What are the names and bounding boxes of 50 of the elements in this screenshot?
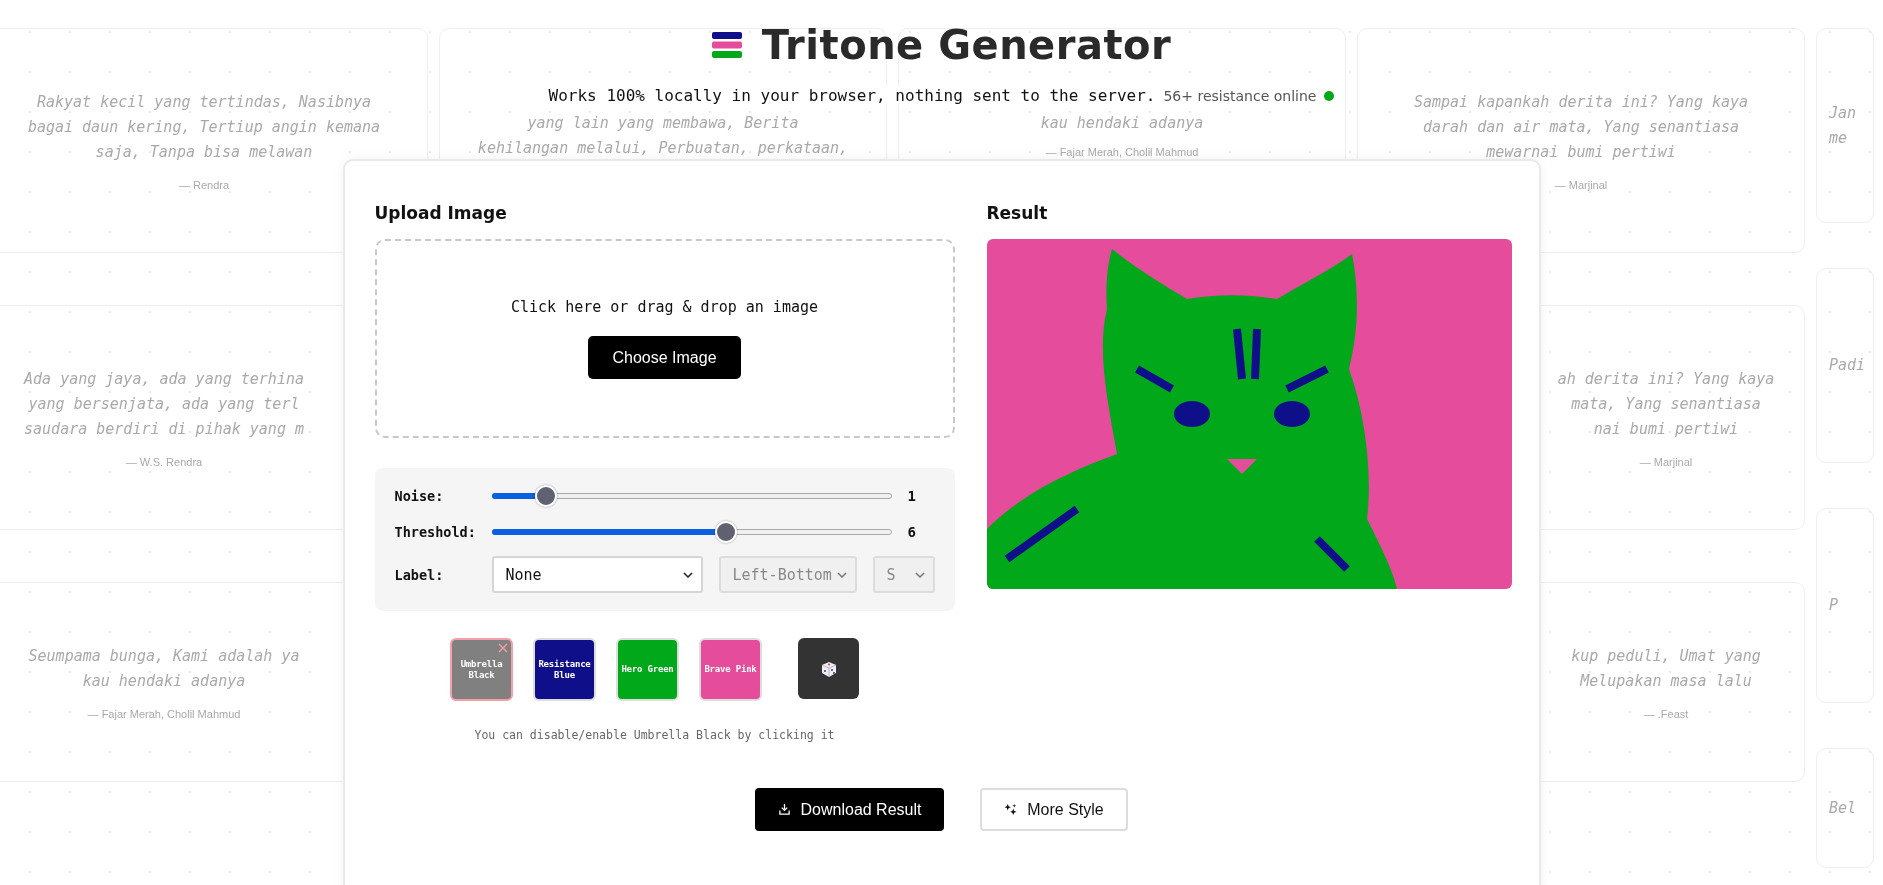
quote-text: P [1829,595,1839,616]
quote-text: Padi [1829,355,1866,376]
slider-thumb[interactable] [714,521,737,543]
slider-value: 6 [907,524,916,540]
quote-text: yang lain yang membawa, Berita kehilangan melalui, Perbuatan, perkataan, [477,113,849,159]
quote-text: Jan me [1829,102,1857,149]
color-swatch[interactable]: Resistance Blue [533,638,596,701]
quote-author: — W.S. Rendra [125,456,203,468]
quote-text: Seumpama bunga, Kami adalah ya kau hendaki adanya [28,646,300,692]
logo-icon [711,30,742,60]
quote-author: — Marjinal [1554,179,1608,191]
download-icon [777,803,791,816]
slider-thumb[interactable] [535,485,558,507]
slider-track[interactable] [491,520,892,544]
quote-author: — .Feast [1643,708,1689,720]
result-heading: Result [986,202,1049,225]
quote-author: — Marjinal [1639,456,1693,468]
quote-author: — Fajar Merah, Cholil Mahmud [87,708,241,720]
quote-text: Sampai kapankah derita ini? Yang kaya darah dan air mata, Yang senantiasa mewarnai bumi pertiwi [1413,92,1749,163]
quote-text: ah derita ini? Yang kaya mata, Yang senantiasa nai bumi pertiwi [1557,369,1775,440]
setting-label: Label: [394,566,445,583]
sparkle-icon [1004,803,1018,816]
dropdown[interactable]: None [491,556,703,593]
quote-author: — Rendra [178,179,230,191]
quote-author: — Fajar Merah, Cholil Mahmud [1045,146,1199,158]
setting-label: Noise: [394,488,445,504]
upload-heading: Upload Image [374,202,508,225]
quote-text: Bel [1829,797,1857,819]
color-swatch[interactable]: Brave Pink [699,638,762,701]
drop-prompt: Click here or drag & drop an image [510,298,818,316]
chevron-down-icon [914,571,925,578]
hint-text: You can disable/enable Umbrella Black by clicking it [473,728,836,742]
app-title: Tritone Generator [761,21,1172,70]
quote-text: Ada yang jaya, ada yang terhina yang bersenjata, ada yang terl saudara berdiri di pihak yang m [24,369,304,440]
slider-value: 1 [907,488,916,504]
chevron-down-icon [836,571,847,578]
more-style-button[interactable]: More Style [980,788,1128,831]
setting-label: Threshold: [394,524,477,540]
download-button[interactable]: Download Result [755,788,944,831]
close-icon [498,643,508,653]
slider-track[interactable] [491,484,892,508]
random-button[interactable] [798,638,859,699]
choose-image-button[interactable]: Choose Image [588,336,741,379]
drop-zone[interactable]: Click here or drag & drop an image Choose Image [374,239,955,438]
quote-text: kup peduli, Umat yang Melupakan masa lalu [1571,646,1761,692]
chevron-down-icon [682,571,693,578]
subtitle: Works 100% locally in your browser, nothing sent to the server. [548,86,1156,105]
quote-text: Rakyat kecil yang tertindas, Nasibnya bagai daun kering, Tertiup angin kemana saja, Tanpa bisa melawan [27,92,381,163]
quote-text: kau hendaki adanya [1040,113,1204,134]
online-count: 56+ resistance online [1163,87,1317,104]
